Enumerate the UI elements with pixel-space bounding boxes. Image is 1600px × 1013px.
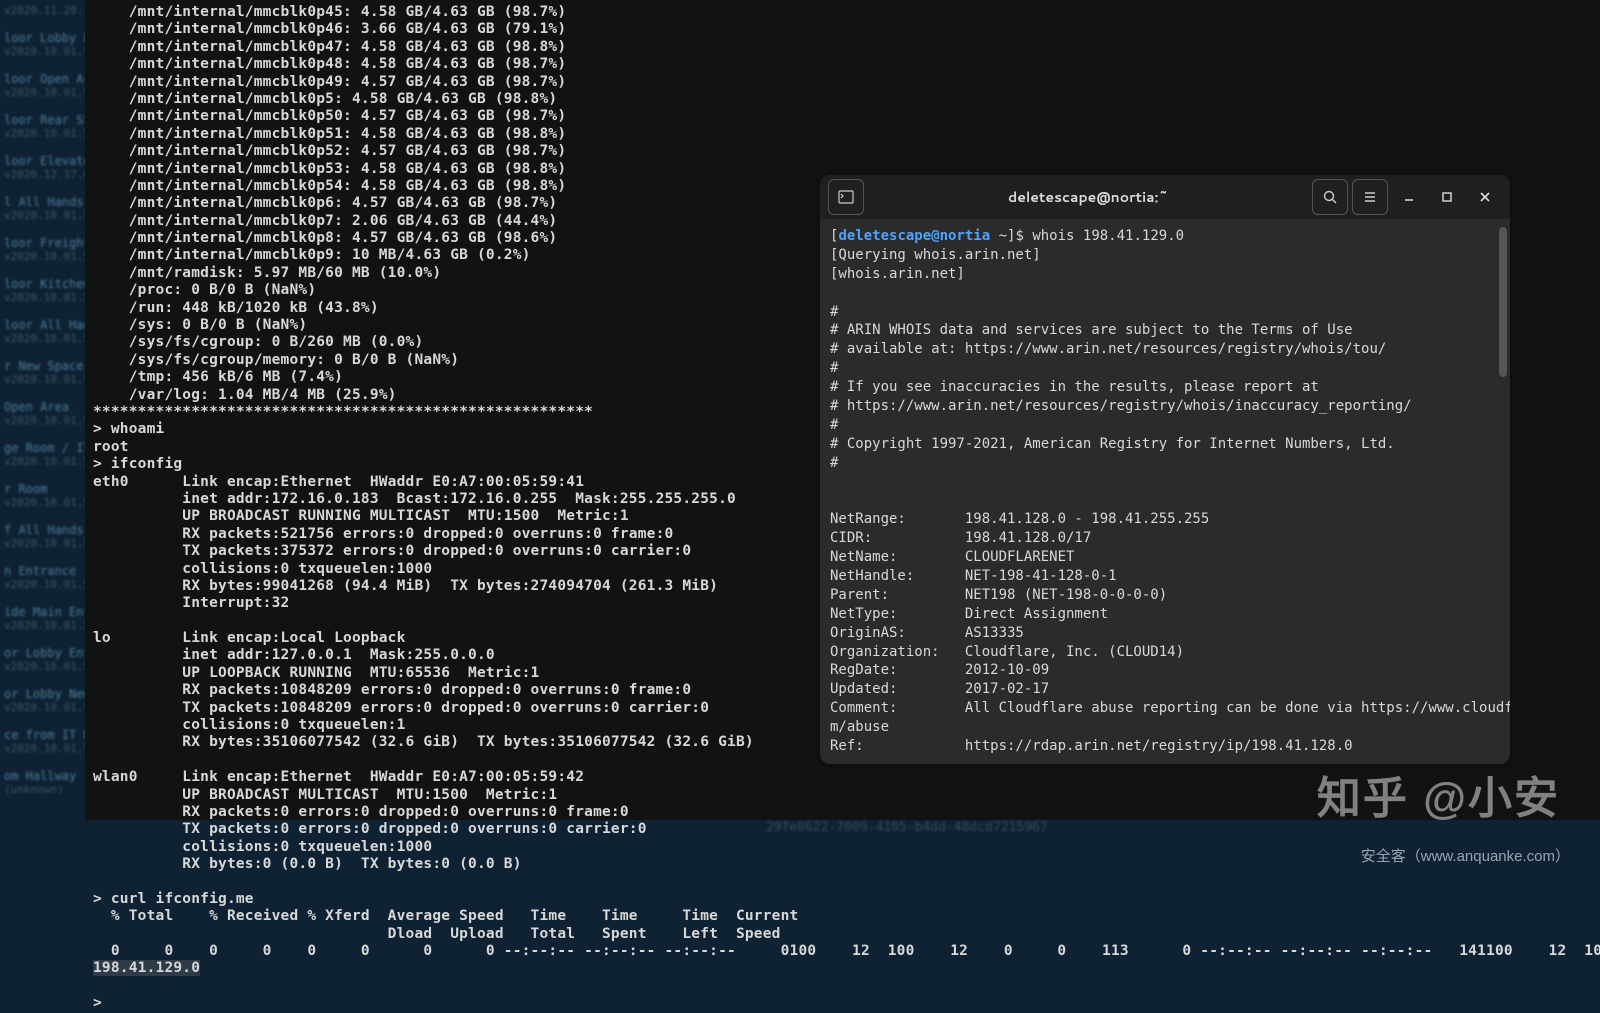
whois-output: [Querying whois.arin.net] [whois.arin.ne… xyxy=(830,247,1510,754)
search-icon xyxy=(1322,189,1338,205)
terminal-window-secondary: deletescape@nortia:~ [deletescape@nortia… xyxy=(820,175,1510,764)
sidebar-item[interactable]: om Hallway(unknown) xyxy=(0,765,90,806)
sidebar-item-title: loor Freight El xyxy=(4,236,86,250)
sidebar-item-title: loor Rear Stai xyxy=(4,113,86,127)
sidebar-item-version: v2020.10.01.53 xyxy=(4,619,86,632)
terminal-secondary-body[interactable]: [deletescape@nortia ~]$ whois 198.41.129… xyxy=(820,219,1510,764)
sidebar-item[interactable]: v2020.11.20. xyxy=(0,0,90,27)
minimize-icon xyxy=(1402,190,1416,204)
sidebar-item[interactable]: r Roomv2020.10.01.53 xyxy=(0,478,90,519)
whois-command: whois 198.41.129.0 xyxy=(1032,228,1184,244)
hamburger-icon xyxy=(1362,189,1378,205)
minimize-button[interactable] xyxy=(1392,180,1426,214)
sidebar-item-title: Open Area xyxy=(4,400,86,414)
window-title: deletescape@nortia:~ xyxy=(864,187,1312,207)
sidebar-item-version: v2020.10.01.53 xyxy=(4,86,86,99)
sidebar-item-title: ce from IT Ha xyxy=(4,728,86,742)
close-button[interactable] xyxy=(1468,180,1502,214)
sidebar-item-version: v2020.11.20. xyxy=(4,4,86,17)
sidebar-item-title: n Entrance xyxy=(4,564,86,578)
sidebar-item-title: loor Elevator L xyxy=(4,154,86,168)
maximize-icon xyxy=(1440,190,1454,204)
sidebar-item[interactable]: loor Kitchenv2020.10.01.53 xyxy=(0,273,90,314)
sidebar-item-title: loor Kitchen xyxy=(4,277,86,291)
sidebar-item[interactable]: l All Handsv2020.10.01.53 xyxy=(0,191,90,232)
menu-button[interactable] xyxy=(1352,179,1388,215)
sidebar-item-version: v2020.10.01.53 xyxy=(4,127,86,140)
sidebar-item-version: v2020.10.01.53 xyxy=(4,332,86,345)
terminal-prompt[interactable]: > xyxy=(93,995,111,1011)
scrollbar-thumb[interactable] xyxy=(1499,227,1507,377)
maximize-button[interactable] xyxy=(1430,180,1464,214)
sidebar-item-version: v2020.10.01.53 xyxy=(4,414,86,427)
sidebar-item-version: v2020.10.01.53 xyxy=(4,250,86,263)
curl-output-ip: 198.41.129.0 xyxy=(93,960,200,976)
sidebar-item[interactable]: loor Open Arev2020.10.01.53 xyxy=(0,68,90,109)
sidebar-item-version: v2020.10.01.53 xyxy=(4,209,86,222)
sidebar-item-version: v2020.10.01.53 xyxy=(4,45,86,58)
sidebar-item[interactable]: loor Freight Elv2020.10.01.53 xyxy=(0,232,90,273)
sidebar-item[interactable]: ide Main Entrv2020.10.01.53 xyxy=(0,601,90,642)
sidebar-item-version: v2020.10.01.53 xyxy=(4,291,86,304)
sidebar-item-title: loor Lobby En xyxy=(4,31,86,45)
sidebar-item-title: l All Hands xyxy=(4,195,86,209)
window-titlebar[interactable]: deletescape@nortia:~ xyxy=(820,175,1510,219)
sidebar-item[interactable]: ge Room / IT Rv2020.10.01.53 xyxy=(0,437,90,478)
sidebar-item-version: v2020.10.01.53 xyxy=(4,537,86,550)
sidebar-item[interactable]: loor All Handsv2020.10.01.53 xyxy=(0,314,90,355)
terminal-icon xyxy=(838,189,854,205)
sidebar-item-title: r Room xyxy=(4,482,86,496)
sidebar-item[interactable]: Open Areav2020.10.01.53 xyxy=(0,396,90,437)
sidebar-item-version: v2020.10.01.53 xyxy=(4,373,86,386)
prompt-user: deletescape@nortia xyxy=(838,228,990,244)
prompt-end: ]$ xyxy=(1007,228,1032,244)
sidebar-item-title: ide Main Entr xyxy=(4,605,86,619)
sidebar-item[interactable]: loor Elevator Lv2020.12.17.642 xyxy=(0,150,90,191)
sidebar-item-version: v2020.10.01.53 xyxy=(4,578,86,591)
sidebar-item-title: or Lobby Entr xyxy=(4,646,86,660)
close-icon xyxy=(1478,190,1492,204)
sidebar-item[interactable]: r New Spacev2020.10.01.53 xyxy=(0,355,90,396)
sidebar-item-version: v2020.10.01.53 xyxy=(4,701,86,714)
zhihu-watermark: 知乎 @小安 xyxy=(1317,762,1560,826)
sidebar-item-version: v2020.10.01.53 xyxy=(4,496,86,509)
sidebar-item[interactable]: ce from IT Hav2020.10.01.53 xyxy=(0,724,90,765)
sidebar-item-version: v2020.12.17.642 xyxy=(4,168,86,181)
new-tab-button[interactable] xyxy=(828,179,864,215)
sidebar-item-title: loor All Hands xyxy=(4,318,86,332)
sidebar-item-version: v2020.10.01.53 xyxy=(4,660,86,673)
search-button[interactable] xyxy=(1312,179,1348,215)
sidebar-item-version: (unknown) xyxy=(4,783,86,796)
sidebar-item[interactable]: f All Handsv2020.10.01.53 xyxy=(0,519,90,560)
sidebar-item-title: r New Space xyxy=(4,359,86,373)
sidebar-item-title: or Lobby New xyxy=(4,687,86,701)
sidebar-item-version: v2020.10.01.53 xyxy=(4,455,86,468)
sidebar-item-title: loor Open Are xyxy=(4,72,86,86)
sidebar-item-title: ge Room / IT R xyxy=(4,441,86,455)
sidebar-item[interactable]: or Lobby Newv2020.10.01.53 xyxy=(0,683,90,724)
prompt-path: ~ xyxy=(999,228,1007,244)
sidebar-item[interactable]: n Entrancev2020.10.01.53 xyxy=(0,560,90,601)
sidebar-item[interactable]: loor Lobby Env2020.10.01.53 xyxy=(0,27,90,68)
sidebar-item-title: om Hallway xyxy=(4,769,86,783)
camera-list-sidebar: v2020.11.20.loor Lobby Env2020.10.01.53l… xyxy=(0,0,90,936)
sidebar-item-version: v2020.10.01.53 xyxy=(4,742,86,755)
sidebar-item-title: f All Hands xyxy=(4,523,86,537)
sidebar-item[interactable]: or Lobby Entrv2020.10.01.53 xyxy=(0,642,90,683)
sidebar-item[interactable]: loor Rear Staiv2020.10.01.53 xyxy=(0,109,90,150)
source-footer: 安全客（www.anquanke.com） xyxy=(1361,845,1570,866)
